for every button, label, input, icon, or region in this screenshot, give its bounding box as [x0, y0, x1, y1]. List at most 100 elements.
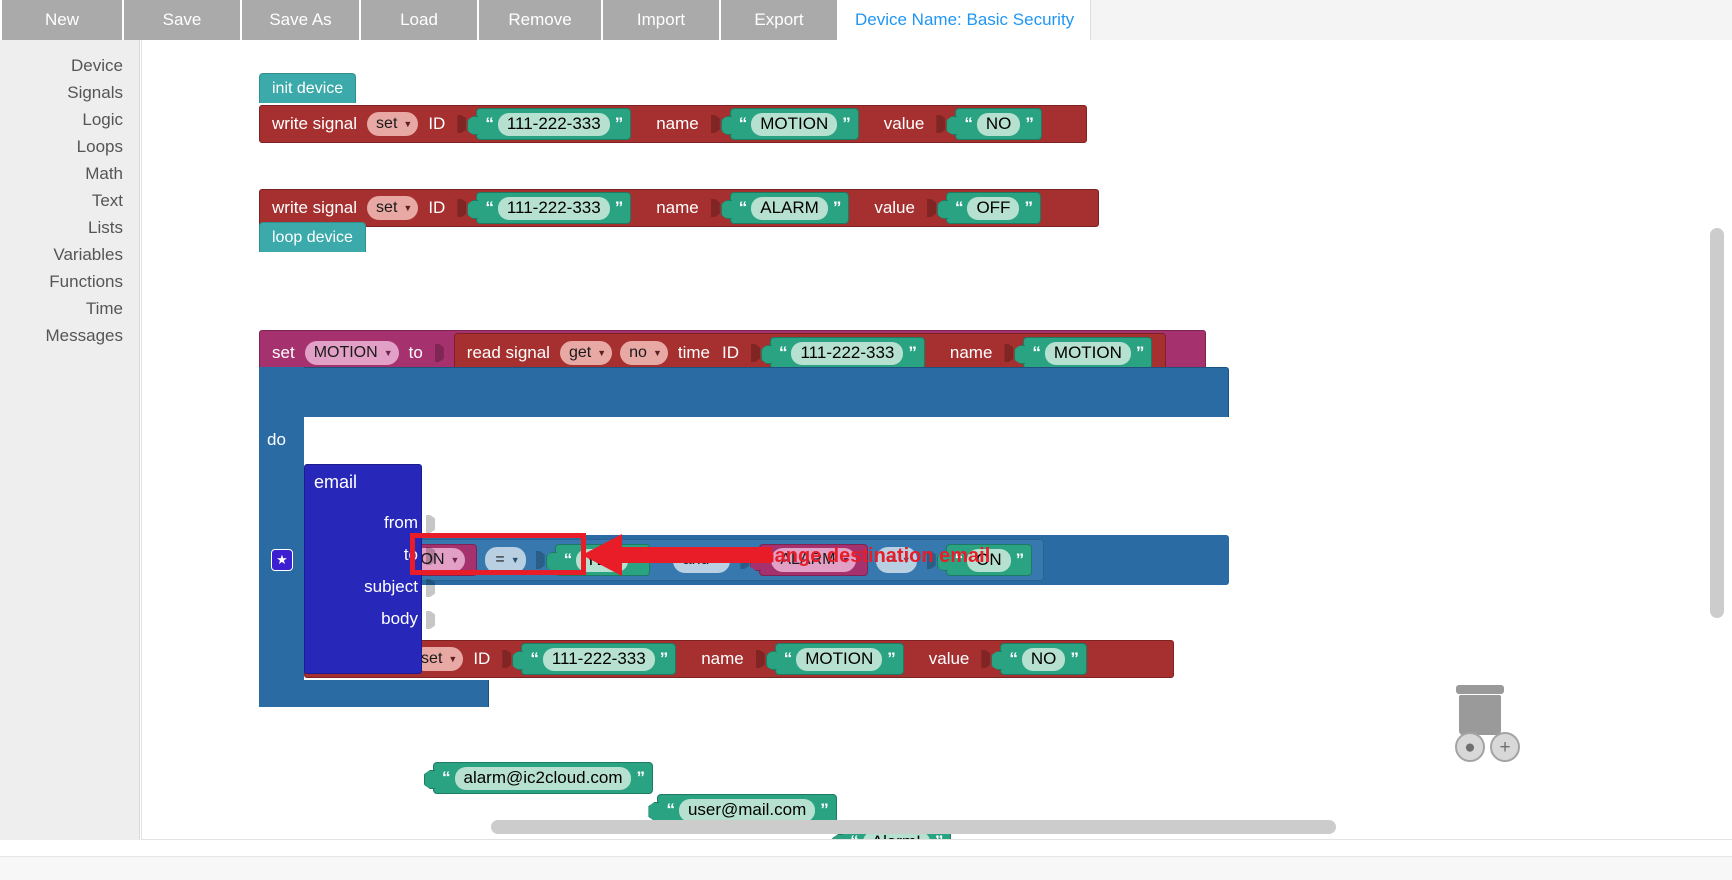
quote-open-icon: “ — [954, 198, 963, 217]
quote-close-icon: ” — [1024, 198, 1032, 217]
bottom-strip — [0, 856, 1732, 880]
do-name-text-plug[interactable]: “ MOTION ” — [774, 643, 904, 675]
sidebar-item-logic[interactable]: Logic — [0, 106, 139, 133]
value-socket — [502, 650, 512, 668]
save-as-button[interactable]: Save As — [242, 0, 361, 40]
device-name-label[interactable]: Device Name: Basic Security — [839, 0, 1092, 40]
value-socket — [434, 344, 444, 362]
do-value-text-field[interactable]: NO — [1021, 647, 1066, 671]
do-value-label: value — [928, 649, 970, 668]
write-mode-dropdown-1[interactable]: set ▼ — [367, 112, 419, 136]
id-text-field-1[interactable]: 111-222-333 — [497, 112, 610, 136]
quote-close-icon: ” — [636, 768, 644, 787]
value-socket — [426, 515, 435, 533]
do-write-signal-block[interactable]: write signal set▼ ID “ 111-222-333 ” nam… — [304, 640, 1174, 678]
sidebar-item-messages[interactable]: Messages — [0, 322, 139, 349]
value-socket — [426, 611, 435, 629]
do-name-text-field[interactable]: MOTION — [796, 647, 883, 671]
import-button[interactable]: Import — [603, 0, 721, 40]
id-text-plug-1[interactable]: “ 111-222-333 ” — [476, 108, 632, 140]
name-text-plug-motion[interactable]: “ MOTION ” — [1023, 337, 1153, 369]
name-text-field-1[interactable]: MOTION — [751, 112, 838, 136]
quote-close-icon: ” — [842, 114, 850, 133]
sidebar-item-variables[interactable]: Variables — [0, 241, 139, 268]
loop-device-hat-label: loop device — [259, 222, 366, 252]
zoom-in-icon[interactable]: + — [1490, 732, 1520, 762]
get-mode-dropdown-motion[interactable]: get ▼ — [559, 341, 613, 365]
quote-open-icon: “ — [1009, 649, 1017, 668]
horizontal-scrollbar-track[interactable] — [141, 820, 1721, 836]
body-area: Device Signals Logic Loops Math Text Lis… — [0, 40, 1732, 840]
sidebar-item-signals[interactable]: Signals — [0, 79, 139, 106]
quote-open-icon: “ — [1032, 343, 1040, 362]
sidebar-item-loops[interactable]: Loops — [0, 133, 139, 160]
value-socket — [535, 551, 545, 569]
write-mode-dropdown-2[interactable]: set ▼ — [367, 196, 419, 220]
loop-device-hat[interactable]: loop device — [259, 222, 366, 252]
horizontal-scrollbar-thumb[interactable] — [491, 820, 1336, 834]
write-mode-value-2: set — [376, 199, 398, 216]
export-button[interactable]: Export — [721, 0, 839, 40]
value-text-field-1[interactable]: NO — [976, 112, 1021, 136]
save-button[interactable]: Save — [124, 0, 242, 40]
write-signal-block-2[interactable]: write signal set ▼ ID “ 111-222-333 ” nam… — [259, 189, 1099, 227]
id-label-motion: ID — [721, 343, 739, 362]
name-text-field-motion[interactable]: MOTION — [1044, 341, 1131, 365]
quote-close-icon: ” — [908, 343, 916, 362]
do-id-text-field[interactable]: 111-222-333 — [542, 647, 655, 671]
value-text-plug-1[interactable]: “ NO ” — [955, 108, 1042, 140]
sidebar-item-lists[interactable]: Lists — [0, 214, 139, 241]
email-block[interactable] — [304, 464, 422, 674]
category-sidebar: Device Signals Logic Loops Math Text Lis… — [0, 40, 140, 840]
do-value-text-plug[interactable]: “ NO ” — [1000, 643, 1087, 675]
name-text-plug-1[interactable]: “ MOTION ” — [729, 108, 859, 140]
sidebar-item-functions[interactable]: Functions — [0, 268, 139, 295]
blockly-workspace[interactable]: init device write signal set ▼ ID “ 111-2… — [141, 40, 1732, 840]
sidebar-item-text[interactable]: Text — [0, 187, 139, 214]
name-text-plug-2[interactable]: “ ALARM ” — [729, 192, 850, 224]
quote-close-icon: ” — [1025, 114, 1033, 133]
email-from-field[interactable]: alarm@ic2cloud.com — [454, 766, 632, 790]
remove-button[interactable]: Remove — [479, 0, 603, 40]
value-socket — [1004, 344, 1014, 362]
trash-lid — [1456, 685, 1504, 694]
email-from-label: from — [384, 513, 418, 532]
value-socket — [981, 650, 991, 668]
write-signal-block-1[interactable]: write signal set ▼ ID “ 111-222-333 ” nam… — [259, 105, 1087, 143]
email-to-field[interactable]: user@mail.com — [678, 798, 816, 822]
quote-open-icon: “ — [738, 114, 747, 133]
vertical-scrollbar-thumb[interactable] — [1710, 228, 1724, 618]
name-text-field-2[interactable]: ALARM — [751, 196, 828, 220]
init-device-hat[interactable]: init device — [259, 73, 357, 103]
star-icon[interactable]: ★ — [271, 549, 293, 571]
do-label: do — [267, 430, 286, 449]
variable-value-motion: MOTION — [313, 344, 378, 361]
quote-open-icon: “ — [563, 550, 572, 569]
id-text-plug-2[interactable]: “ 111-222-333 ” — [476, 192, 632, 224]
chevron-down-icon: ▼ — [450, 554, 460, 565]
sidebar-item-time[interactable]: Time — [0, 295, 139, 322]
name-label-1: name — [656, 114, 699, 133]
vertical-scrollbar-track[interactable] — [1710, 48, 1724, 832]
zoom-center-icon[interactable]: ● — [1455, 732, 1485, 762]
quote-close-icon: ” — [820, 800, 828, 819]
load-button[interactable]: Load — [361, 0, 479, 40]
time-mode-dropdown-motion[interactable]: no ▼ — [620, 341, 668, 365]
value-socket — [755, 650, 765, 668]
init-device-hat-label: init device — [259, 73, 357, 103]
quote-close-icon: ” — [1135, 343, 1144, 362]
sidebar-item-math[interactable]: Math — [0, 160, 139, 187]
quote-open-icon: “ — [738, 198, 747, 217]
id-text-field-2[interactable]: 111-222-333 — [497, 196, 610, 220]
id-text-plug-motion[interactable]: “ 111-222-333 ” — [769, 337, 925, 369]
cond-left-operator-dropdown[interactable]: = ▼ — [485, 547, 526, 573]
sidebar-item-device[interactable]: Device — [0, 52, 139, 79]
id-text-field-motion[interactable]: 111-222-333 — [791, 341, 904, 365]
email-from-plug[interactable]: “ alarm@ic2cloud.com ” — [433, 762, 653, 794]
variable-dropdown-motion[interactable]: MOTION ▼ — [304, 341, 399, 365]
new-button[interactable]: New — [0, 0, 124, 40]
value-text-field-2[interactable]: OFF — [967, 196, 1020, 220]
chevron-down-icon: ▼ — [652, 347, 662, 358]
value-text-plug-2[interactable]: “ OFF ” — [945, 192, 1041, 224]
do-id-text-plug[interactable]: “ 111-222-333 ” — [521, 643, 677, 675]
